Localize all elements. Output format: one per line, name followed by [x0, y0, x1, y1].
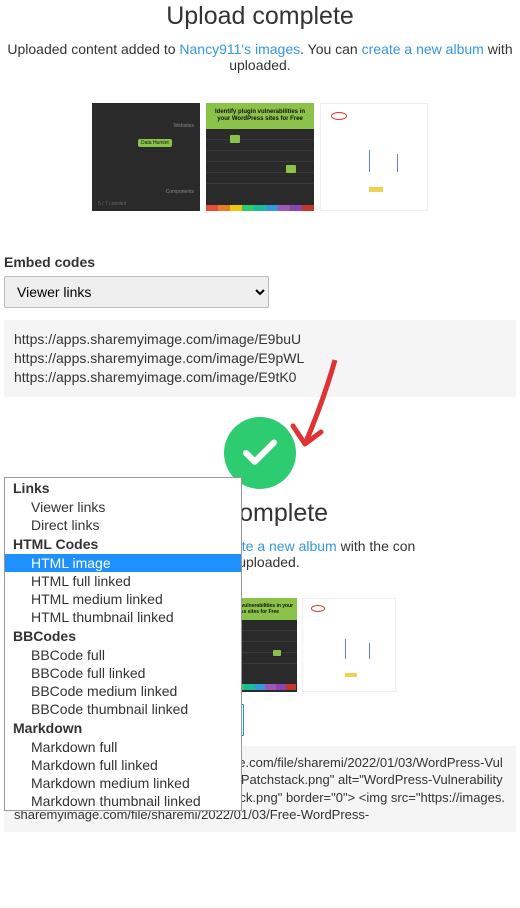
thumb1-label: Websites: [174, 123, 194, 129]
page-title: Upload complete: [0, 2, 520, 31]
user-images-link[interactable]: Nancy911's images: [179, 41, 300, 57]
dd-item-direct-links[interactable]: Direct links: [5, 516, 241, 534]
thumbnail-3[interactable]: [320, 103, 428, 211]
subtitle-mid: . You can: [300, 41, 362, 57]
embed-type-select[interactable]: Viewer links: [4, 276, 269, 308]
thumb2-banner: Identify plugin vulnerabilities in your …: [206, 103, 314, 129]
dd-group-markdown: Markdown: [5, 718, 241, 738]
upload-subtitle: Uploaded content added to Nancy911's ima…: [0, 41, 520, 73]
create-album-link[interactable]: create a new album: [362, 41, 484, 57]
thumb1-components: Components: [166, 189, 194, 195]
embed-link-2: https://apps.sharemyimage.com/image/E9pW…: [14, 349, 506, 368]
dd-item-html-medium-linked[interactable]: HTML medium linked: [5, 590, 241, 608]
subtitle2-line2: uploaded.: [238, 554, 300, 570]
thumb1-tag: Data Humint: [138, 139, 172, 147]
thumbnail-row: Websites Data Humint Components 5 / 7 cr…: [0, 103, 520, 211]
embed-code-box[interactable]: https://apps.sharemyimage.com/image/E9bu…: [4, 320, 516, 397]
dd-item-bbcode-medium-linked[interactable]: BBCode medium linked: [5, 682, 241, 700]
embed-type-dropdown-list[interactable]: Links Viewer links Direct links HTML Cod…: [4, 477, 242, 811]
dd-item-bbcode-full-linked[interactable]: BBCode full linked: [5, 664, 241, 682]
thumb1-footer: 5 / 7 crawled: [98, 201, 126, 207]
dd-item-html-image[interactable]: HTML image: [5, 554, 241, 572]
dd-item-html-full-linked[interactable]: HTML full linked: [5, 572, 241, 590]
thumbnail-3b[interactable]: [302, 598, 396, 692]
embed-link-1: https://apps.sharemyimage.com/image/E9bu…: [14, 330, 506, 349]
dd-item-markdown-thumbnail-linked[interactable]: Markdown thumbnail linked: [5, 792, 241, 810]
subtitle2-post: with the con: [337, 538, 416, 554]
subtitle-pre: Uploaded content added to: [7, 41, 179, 57]
dd-group-bbcodes: BBCodes: [5, 626, 241, 646]
dd-item-markdown-medium-linked[interactable]: Markdown medium linked: [5, 774, 241, 792]
dd-item-viewer-links[interactable]: Viewer links: [5, 498, 241, 516]
dd-group-html: HTML Codes: [5, 534, 241, 554]
subtitle-line2: uploaded.: [229, 57, 291, 73]
embed-link-3: https://apps.sharemyimage.com/image/E9tK…: [14, 368, 506, 387]
dd-group-links: Links: [5, 478, 241, 498]
thumbnail-1[interactable]: Websites Data Humint Components 5 / 7 cr…: [92, 103, 200, 211]
dd-item-markdown-full[interactable]: Markdown full: [5, 738, 241, 756]
thumb3-highlight: [331, 112, 347, 120]
dd-item-bbcode-thumbnail-linked[interactable]: BBCode thumbnail linked: [5, 700, 241, 718]
thumbnail-2[interactable]: Identify plugin vulnerabilities in your …: [206, 103, 314, 211]
subtitle-post: with: [484, 41, 513, 57]
dd-item-html-thumbnail-linked[interactable]: HTML thumbnail linked: [5, 608, 241, 626]
dd-item-bbcode-full[interactable]: BBCode full: [5, 646, 241, 664]
embed-codes-label: Embed codes: [4, 254, 516, 270]
thumb3b-highlight: [311, 605, 325, 612]
dd-item-markdown-full-linked[interactable]: Markdown full linked: [5, 756, 241, 774]
